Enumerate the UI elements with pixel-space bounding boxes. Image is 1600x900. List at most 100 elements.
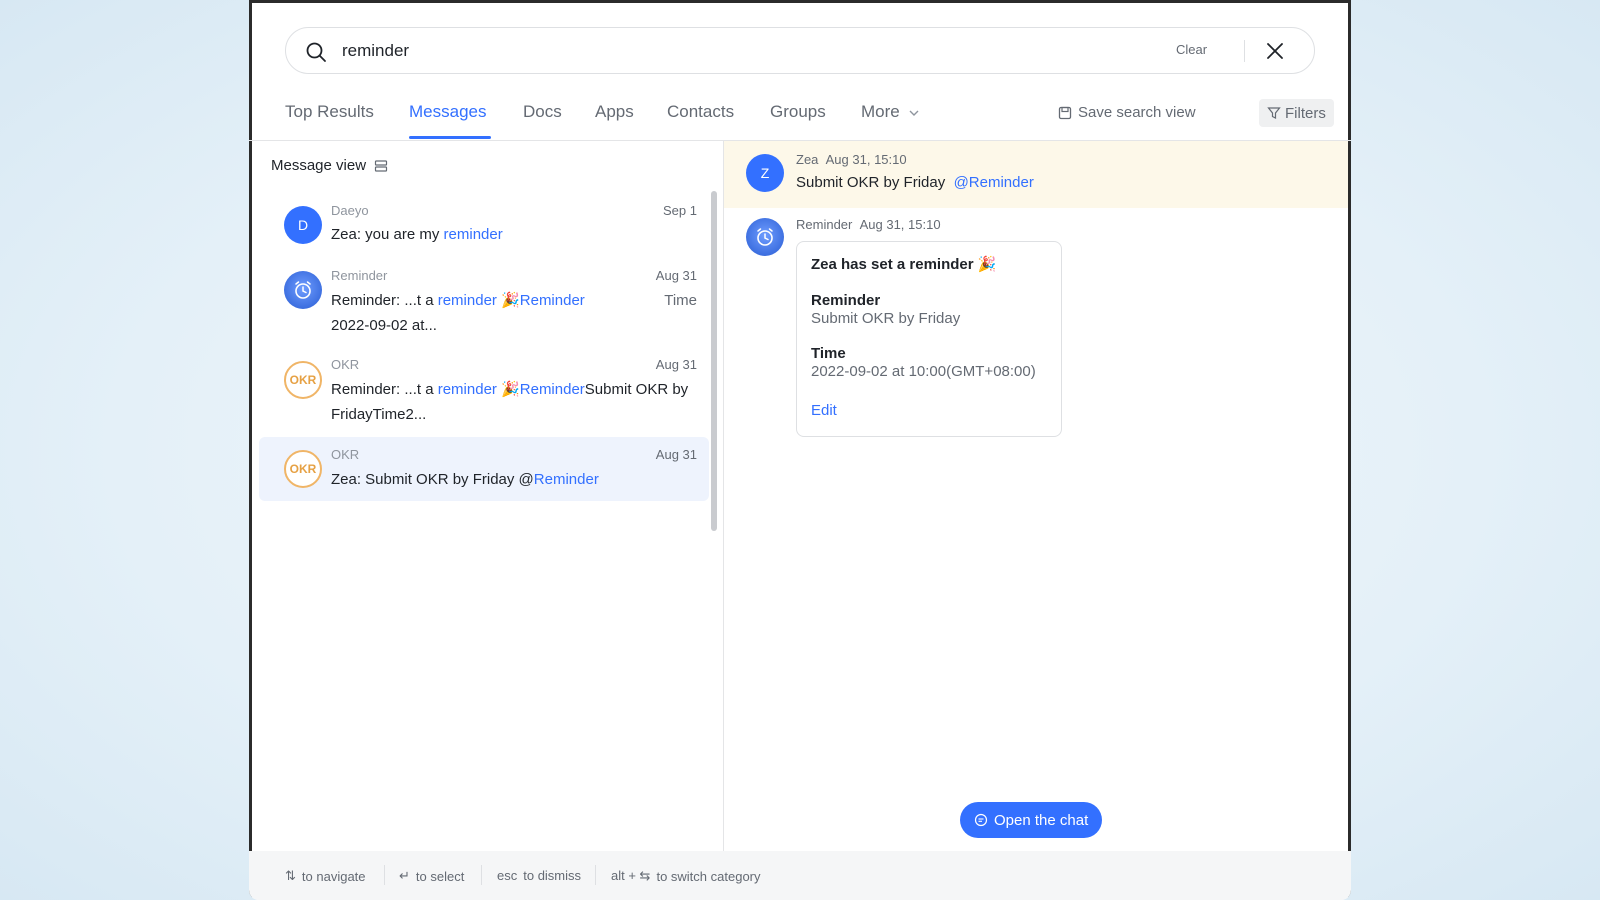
avatar: [746, 218, 784, 256]
list-item[interactable]: D Daeyo Sep 1 Zea: you are my reminder: [259, 193, 709, 257]
result-sender: Daeyo: [331, 203, 369, 218]
avatar: Z: [746, 154, 784, 192]
close-icon[interactable]: [1264, 40, 1286, 62]
list-item[interactable]: Reminder Aug 31 Time Reminder: ...t a re…: [259, 257, 709, 347]
tab-apps[interactable]: Apps: [595, 102, 634, 122]
message-meta: Reminder Aug 31, 15:10: [796, 217, 941, 232]
tab-groups[interactable]: Groups: [770, 102, 826, 122]
result-keyword: reminder: [443, 226, 503, 243]
message-view-toggle[interactable]: Message view: [271, 157, 388, 174]
switch-key-icon: alt + ⇆: [611, 868, 651, 883]
reminder-card: Zea has set a reminder 🎉 Reminder Submit…: [796, 241, 1062, 437]
edit-link[interactable]: Edit: [811, 402, 837, 419]
save-search-view-button[interactable]: Save search view: [1058, 104, 1196, 121]
avatar: D: [284, 206, 322, 244]
result-text-prefix: Reminder: ...t a: [331, 292, 438, 309]
search-icon: [306, 42, 326, 62]
result-date: Aug 31: [655, 268, 697, 283]
tab-contacts[interactable]: Contacts: [667, 102, 734, 122]
hint-switch-label: to switch category: [656, 868, 761, 884]
okr-avatar: OKR: [284, 361, 322, 399]
mention-link[interactable]: @Reminder: [954, 174, 1034, 191]
filter-icon: [1267, 107, 1281, 119]
active-tab-indicator: [409, 136, 491, 139]
card-time-value: 2022-09-02 at 10:00(GMT+08:00): [811, 363, 1036, 380]
hint-dismiss-label: to dismiss: [523, 868, 582, 883]
message-text: Submit OKR by Friday @Reminder: [796, 174, 1034, 191]
message-view-label: Message view: [271, 157, 367, 174]
message-time: Aug 31, 15:10: [859, 217, 941, 232]
search-input[interactable]: [342, 38, 1142, 64]
hint-dismiss: esc to dismiss: [497, 868, 581, 883]
result-text-suffix: 2022-09-02 at...: [331, 317, 437, 334]
message-body: Submit OKR by Friday: [796, 174, 946, 191]
filters-label: Filters: [1285, 104, 1326, 122]
result-keyword: reminder: [437, 381, 497, 398]
result-keyword: Reminder: [519, 381, 585, 398]
message-time: Aug 31, 15:10: [825, 152, 907, 167]
result-text: Zea: you are my reminder: [331, 222, 696, 247]
message-detail: Z Zea Aug 31, 15:10 Submit OKR by Friday…: [724, 141, 1348, 851]
hint-switch: alt + ⇆ to switch category: [611, 868, 761, 884]
save-icon: [1058, 106, 1072, 119]
result-text: Zea: Submit OKR by Friday @Reminder: [331, 467, 696, 492]
panel-border: [249, 0, 1351, 3]
filters-button[interactable]: Filters: [1259, 99, 1334, 127]
avatar: [284, 271, 322, 309]
search-divider: [1244, 40, 1245, 62]
card-title: Zea has set a reminder 🎉: [811, 256, 997, 273]
result-date: Aug 31: [655, 447, 697, 462]
chat-bubble-icon: [974, 813, 988, 827]
keyboard-hints: ⇅ to navigate ↵ to select esc to dismiss…: [249, 851, 1351, 900]
arrows-icon: ⇅: [285, 868, 296, 883]
tab-docs[interactable]: Docs: [523, 102, 562, 122]
chevron-down-icon: [909, 110, 919, 116]
message-sender: Zea: [796, 152, 819, 167]
result-text-mid: 🎉: [496, 292, 520, 309]
card-reminder-label: Reminder: [811, 292, 881, 309]
tab-messages[interactable]: Messages: [409, 102, 486, 122]
result-sender: Reminder: [331, 268, 388, 283]
result-text-prefix: Reminder: ...t a: [331, 381, 438, 398]
clear-button[interactable]: Clear: [1176, 42, 1207, 57]
card-reminder-value: Submit OKR by Friday: [811, 310, 961, 327]
enter-icon: ↵: [399, 868, 410, 883]
result-text: Reminder: ...t a reminder 🎉ReminderSubmi…: [331, 377, 696, 427]
result-keyword: Reminder: [533, 471, 599, 488]
hint-select: ↵ to select: [399, 868, 464, 884]
result-sender: OKR: [331, 357, 360, 372]
list-item[interactable]: OKR OKR Aug 31 Reminder: ...t a reminder…: [259, 347, 709, 437]
message-meta: Zea Aug 31, 15:10: [796, 152, 907, 167]
result-text-prefix: Zea: Submit OKR by Friday @: [331, 471, 534, 488]
list-scrollbar[interactable]: [711, 191, 717, 531]
list-view-icon: [374, 159, 388, 172]
tab-more[interactable]: More: [861, 102, 920, 122]
hint-select-label: to select: [415, 868, 465, 884]
okr-avatar: OKR: [284, 450, 322, 488]
result-sender: OKR: [331, 447, 360, 462]
results-list: Message view D Daeyo Sep 1 Zea: you are …: [249, 141, 723, 851]
hint-divider: [384, 865, 385, 885]
hint-navigate-label: to navigate: [301, 868, 366, 884]
tab-more-label: More: [861, 102, 900, 121]
esc-key: esc: [497, 868, 518, 883]
hint-divider: [595, 865, 596, 885]
alarm-clock-icon: [757, 228, 773, 246]
alarm-clock-icon: [295, 281, 311, 299]
open-chat-button[interactable]: Open the chat: [960, 802, 1103, 838]
search-bar: Clear: [285, 27, 1315, 74]
result-keyword: reminder: [437, 292, 497, 309]
search-panel: Clear Top Results Messages Docs Apps Con…: [249, 0, 1351, 900]
save-search-view-label: Save search view: [1078, 104, 1196, 121]
card-time-label: Time: [811, 345, 846, 362]
result-keyword: Reminder: [519, 292, 585, 309]
tab-top-results[interactable]: Top Results: [285, 102, 374, 122]
result-extra: Time: [664, 292, 697, 309]
result-text-mid: 🎉: [496, 381, 520, 398]
list-item-selected[interactable]: OKR OKR Aug 31 Zea: Submit OKR by Friday…: [259, 437, 709, 501]
result-text-prefix: Zea: you are my: [331, 226, 444, 243]
panel-border: [1348, 0, 1351, 900]
highlighted-message[interactable]: Z Zea Aug 31, 15:10 Submit OKR by Friday…: [724, 141, 1348, 208]
message-sender: Reminder: [796, 217, 853, 232]
result-text: Reminder: ...t a reminder 🎉Reminder 2022-…: [331, 288, 631, 338]
